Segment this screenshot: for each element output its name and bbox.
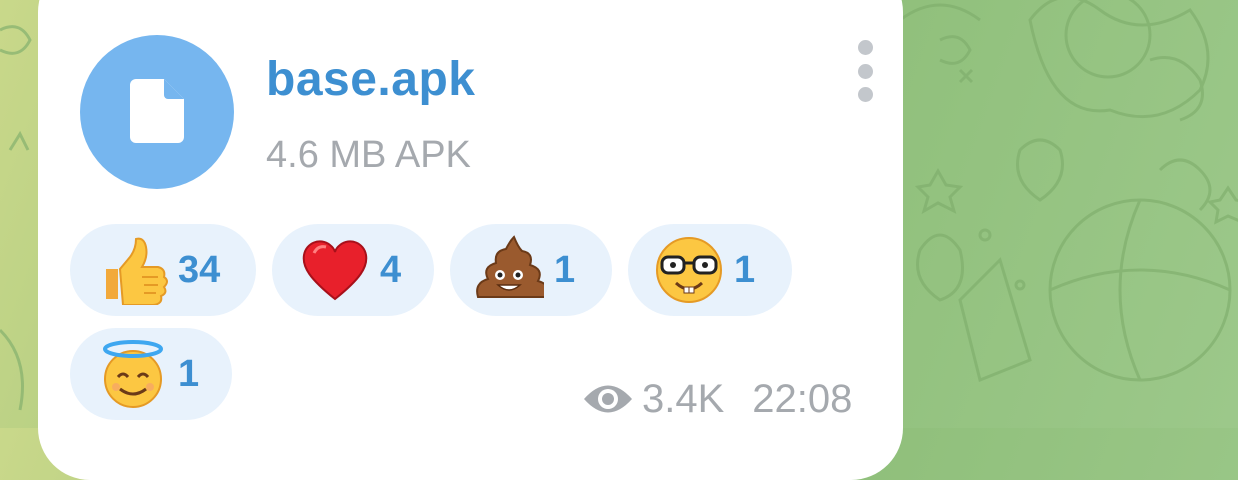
reaction-nerd-face[interactable]: 1: [628, 224, 792, 316]
reaction-thumbs-up[interactable]: 34: [70, 224, 256, 316]
red-heart-icon: [302, 240, 368, 301]
reaction-red-heart[interactable]: 4: [272, 224, 434, 316]
more-options-button[interactable]: [852, 40, 878, 102]
menu-dot: [857, 40, 873, 55]
reaction-count: 1: [734, 248, 756, 291]
reaction-count: 1: [178, 352, 200, 395]
file-size-type: 4.6 MB APK: [266, 134, 471, 176]
view-count: 3.4K: [642, 376, 725, 421]
message-footer: 3.4K 22:08: [582, 374, 852, 424]
nerd-face-icon: [656, 237, 722, 303]
pile-of-poo-icon: [476, 235, 544, 298]
thumbs-up-icon: [106, 237, 168, 305]
menu-dot: [857, 87, 873, 102]
message-time: 22:08: [752, 376, 853, 421]
reaction-pile-of-poo[interactable]: 1: [450, 224, 612, 316]
file-download-button[interactable]: [80, 35, 234, 189]
document-icon: [130, 79, 184, 143]
reaction-count: 34: [178, 248, 221, 291]
reaction-count: 4: [380, 248, 402, 291]
file-name[interactable]: base.apk: [266, 52, 475, 107]
smiling-face-with-halo-icon: [103, 340, 163, 408]
menu-dot: [857, 63, 873, 79]
eye-icon: [584, 385, 632, 413]
reaction-smiling-face-with-halo[interactable]: 1: [70, 328, 232, 420]
reaction-count: 1: [554, 248, 576, 291]
